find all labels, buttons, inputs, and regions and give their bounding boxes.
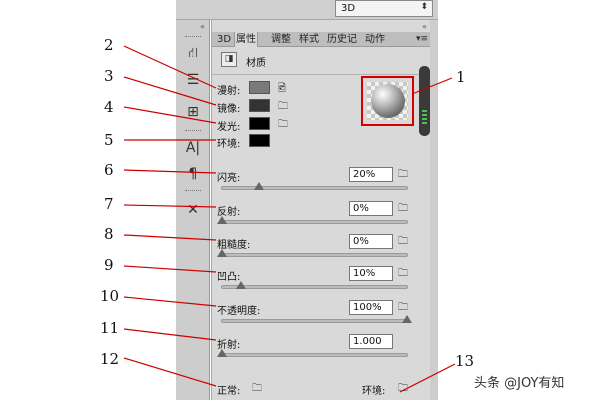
callout-line-13 <box>399 363 456 393</box>
callout-line-1 <box>411 77 453 95</box>
callout-line-7 <box>123 204 217 208</box>
callout-3: 3 <box>104 67 114 85</box>
callout-line-10 <box>123 296 217 307</box>
callout-12: 12 <box>100 350 120 368</box>
callout-9: 9 <box>104 256 114 274</box>
callout-line-9 <box>123 265 217 273</box>
callout-line-4 <box>123 106 217 124</box>
callout-4: 4 <box>104 98 114 116</box>
callout-11: 11 <box>100 319 120 337</box>
callout-6: 6 <box>104 161 114 179</box>
callout-13: 13 <box>455 352 475 370</box>
callout-1: 1 <box>456 68 466 86</box>
callout-line-12 <box>123 357 217 387</box>
watermark: 头条 @JOY有知 <box>474 376 565 391</box>
callout-7: 7 <box>104 195 114 213</box>
callout-10: 10 <box>100 287 120 305</box>
callout-line-11 <box>123 328 217 341</box>
callout-lines <box>123 45 456 393</box>
callout-2: 2 <box>104 36 114 54</box>
callout-5: 5 <box>104 131 114 149</box>
callout-line-8 <box>123 234 217 241</box>
callout-8: 8 <box>104 225 114 243</box>
callout-line-6 <box>123 169 217 174</box>
